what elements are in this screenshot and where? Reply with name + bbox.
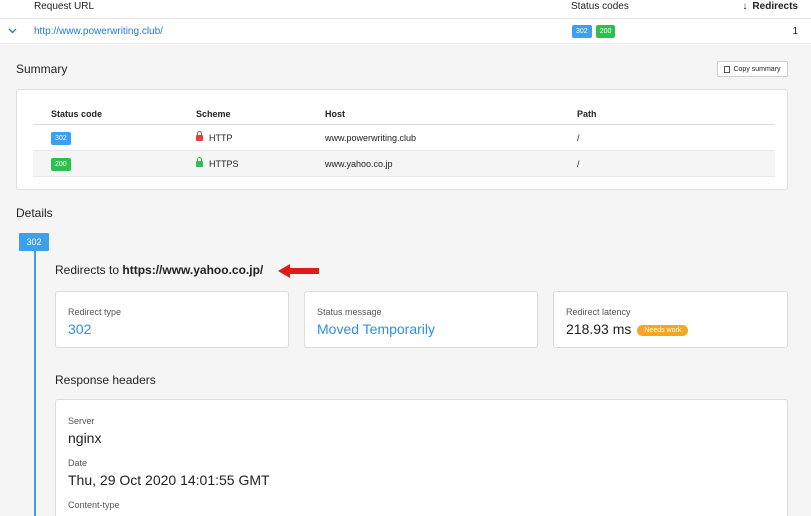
- col-status-codes: Status codes: [571, 1, 629, 12]
- latency-text: 218.93 ms: [566, 321, 632, 337]
- host-cell: www.powerwriting.club: [325, 133, 417, 143]
- response-headers-title: Response headers: [55, 373, 156, 387]
- redirect-type-value: 302: [68, 321, 92, 337]
- redirect-target-url: https://www.yahoo.co.jp/: [122, 263, 264, 277]
- copy-icon: [724, 65, 731, 73]
- table-row[interactable]: http://www.powerwriting.club/ 302 200 1: [0, 20, 811, 44]
- col-path: Path: [577, 109, 597, 119]
- redirect-latency-card: Redirect latency 218.93 ms Needs work: [553, 291, 788, 348]
- scheme-label: HTTPS: [209, 159, 239, 169]
- redirect-latency-value: 218.93 ms Needs work: [566, 321, 689, 338]
- scheme-cell: HTTPS: [196, 157, 239, 169]
- path-cell: /: [577, 159, 580, 169]
- header-name: Content-type: [68, 500, 120, 510]
- lock-open-icon: [196, 131, 203, 141]
- status-badge-200: 200: [595, 25, 616, 38]
- summary-card: Status code Scheme Host Path 302 HTTP ww…: [16, 89, 788, 190]
- chevron-down-icon[interactable]: [8, 25, 17, 37]
- host-cell: www.yahoo.co.jp: [325, 159, 393, 169]
- response-headers-card: Server nginx Date Thu, 29 Oct 2020 14:01…: [55, 399, 788, 516]
- redirect-type-card: Redirect type 302: [55, 291, 289, 348]
- sort-arrow-icon: ↓: [742, 1, 748, 12]
- table-row: 302 HTTP www.powerwriting.club /: [33, 125, 775, 151]
- status-badge: 302: [51, 132, 71, 145]
- summary-title: Summary: [16, 62, 68, 76]
- summary-table-header: Status code Scheme Host Path: [33, 106, 775, 125]
- status-badges: 302 200: [572, 25, 616, 38]
- lock-icon: [196, 157, 203, 167]
- redirect-count: 1: [792, 26, 798, 37]
- header-name: Date: [68, 458, 88, 468]
- col-redirects[interactable]: ↓ Redirects: [742, 1, 798, 12]
- scheme-cell: HTTP: [196, 131, 233, 143]
- status-message-value: Moved Temporarily: [317, 321, 436, 337]
- scheme-label: HTTP: [209, 133, 233, 143]
- redirects-to-heading: Redirects to https://www.yahoo.co.jp/: [55, 263, 263, 277]
- status-badge-302: 302: [572, 25, 592, 38]
- copy-summary-label: Copy summary: [733, 65, 781, 73]
- copy-summary-button[interactable]: Copy summary: [717, 61, 788, 77]
- status-badge: 200: [51, 158, 71, 171]
- col-request-url: Request URL: [34, 1, 95, 12]
- col-redirects-label: Redirects: [752, 1, 798, 12]
- needs-work-badge: Needs work: [637, 325, 689, 336]
- header-value: Thu, 29 Oct 2020 14:01:55 GMT: [68, 472, 270, 488]
- col-status-code: Status code: [51, 109, 103, 119]
- request-url-link[interactable]: http://www.powerwriting.club/: [34, 26, 163, 37]
- timeline-step-badge: 302: [19, 233, 49, 251]
- red-arrow-annotation-icon: [278, 264, 319, 278]
- col-scheme: Scheme: [196, 109, 231, 119]
- timeline-line: [34, 251, 36, 516]
- col-host: Host: [325, 109, 345, 119]
- path-cell: /: [577, 133, 580, 143]
- card-label: Redirect latency: [566, 307, 631, 317]
- status-message-card: Status message Moved Temporarily: [304, 291, 538, 348]
- table-row: 200 HTTPS www.yahoo.co.jp /: [33, 151, 775, 177]
- header-name: Server: [68, 416, 95, 426]
- summary-table: Status code Scheme Host Path 302 HTTP ww…: [33, 106, 775, 177]
- card-label: Status message: [317, 307, 382, 317]
- details-title: Details: [16, 206, 53, 220]
- card-label: Redirect type: [68, 307, 122, 317]
- redirects-prefix: Redirects to: [55, 263, 120, 277]
- header-value: nginx: [68, 430, 102, 446]
- request-table-header: Request URL Status codes ↓ Redirects: [0, 0, 811, 19]
